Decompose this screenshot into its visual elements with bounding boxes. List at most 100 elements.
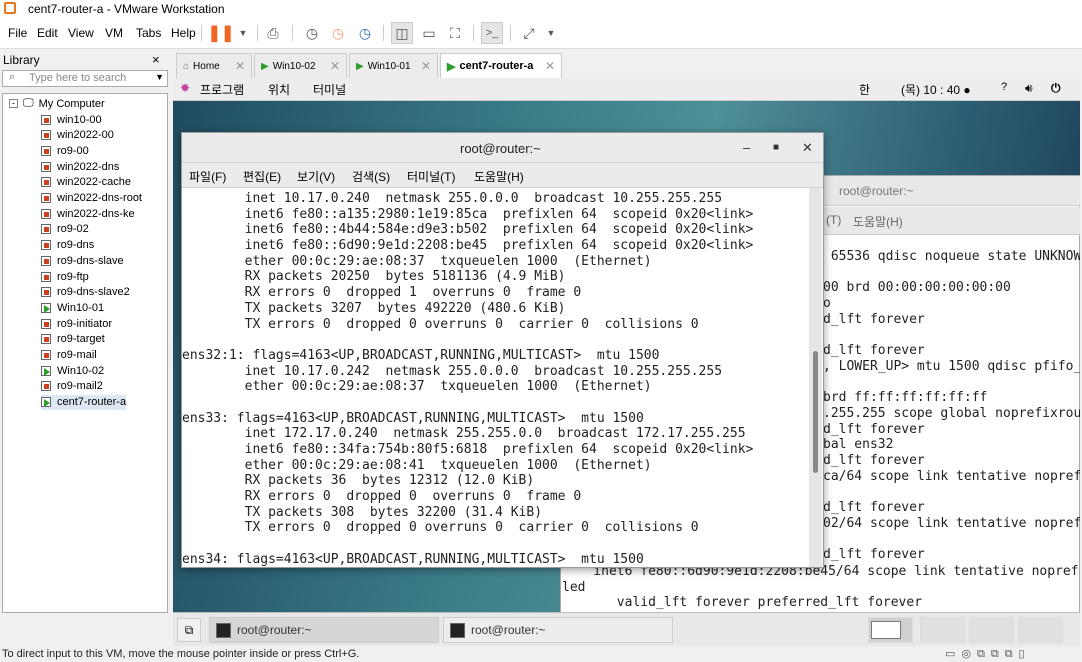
tree-node-vm[interactable]: ro9-mail2 bbox=[41, 379, 103, 394]
terminal-line: 02/64 scope link tentative nopref bbox=[823, 515, 1080, 531]
scrollbar-thumb[interactable] bbox=[813, 351, 818, 473]
terminal-line: ca/64 scope link tentative nopref bbox=[823, 468, 1080, 484]
tree-node-vm[interactable]: win2022-dns-root bbox=[41, 191, 142, 206]
terminal-menu-item[interactable]: 검색(S) bbox=[352, 168, 390, 185]
stretch-icon[interactable]: ⤢ bbox=[518, 22, 540, 44]
places-menu[interactable]: 위치 bbox=[268, 81, 290, 98]
tree-node-vm[interactable]: ro9-initiator bbox=[41, 316, 112, 331]
menu-file[interactable]: File bbox=[8, 26, 27, 40]
tree-node-vm[interactable]: ro9-target bbox=[41, 332, 105, 347]
network-status-icon[interactable]: ? bbox=[1001, 81, 1007, 93]
tree-label: ro9-mail bbox=[57, 349, 97, 361]
terminal-menu-item[interactable]: 터미널(T) bbox=[407, 168, 455, 185]
close-library-button[interactable]: × bbox=[152, 52, 160, 67]
workspace-3[interactable] bbox=[969, 617, 1014, 643]
snapshot-manager-icon[interactable]: ◷ bbox=[354, 22, 376, 44]
console-view-icon[interactable]: >_ bbox=[481, 22, 503, 44]
terminal-menu-item[interactable]: 보기(V) bbox=[297, 168, 335, 185]
tree-node-vm[interactable]: win10-00 bbox=[41, 112, 102, 127]
tree-node-vm[interactable]: Win10-01 bbox=[41, 300, 104, 315]
menu-terminal[interactable]: (T) bbox=[826, 213, 841, 227]
terminal-line: d_lft forever bbox=[823, 500, 925, 515]
terminal-line: inet 10.17.0.242 netmask 255.0.0.0 broad… bbox=[182, 363, 723, 379]
tab-win10-02[interactable]: ▶ Win10-02 ✕ bbox=[254, 53, 347, 78]
vm-console[interactable]: ✸ 프로그램 위치 터미널 한 (목) 10 : 40 ● ? 🔊︎ ⏻ roo… bbox=[173, 78, 1080, 612]
tree-node-vm[interactable]: ro9-dns-slave bbox=[41, 253, 124, 268]
terminal-line: inet 10.17.0.240 netmask 255.0.0.0 broad… bbox=[182, 191, 723, 206]
menu-edit[interactable]: Edit bbox=[37, 26, 58, 40]
tree-node-vm[interactable]: win2022-dns bbox=[41, 159, 119, 174]
dropdown-arrow-icon[interactable]: ▼ bbox=[540, 22, 562, 44]
terminal-menu-item[interactable]: 편집(E) bbox=[243, 168, 281, 185]
taskbar-item[interactable]: root@router:~ bbox=[443, 617, 673, 643]
library-search-input[interactable]: ⌕ Type here to search ▼ bbox=[2, 70, 168, 87]
menu-vm[interactable]: VM bbox=[105, 26, 123, 40]
tree-node-vm[interactable]: ro9-dns bbox=[41, 238, 94, 253]
close-tab-icon[interactable]: ✕ bbox=[421, 59, 431, 73]
tree-node-vm[interactable]: cent7-router-a bbox=[41, 394, 127, 410]
device-icons[interactable]: ▭◎⧉⧉⧉▯ bbox=[945, 647, 1031, 661]
dropdown-arrow-icon[interactable]: ▼ bbox=[155, 72, 164, 82]
tree-node-vm[interactable]: win2022-cache bbox=[41, 175, 131, 190]
tree-node-vm[interactable]: ro9-ftp bbox=[41, 269, 89, 284]
workspace-4[interactable] bbox=[1018, 617, 1063, 643]
taskbar-item[interactable]: root@router:~ bbox=[209, 617, 439, 643]
maximize-button[interactable]: ■ bbox=[773, 142, 779, 153]
front-terminal-title: root@router:~ bbox=[460, 141, 541, 156]
tree-node-vm[interactable]: ro9-00 bbox=[41, 143, 89, 158]
menu-help[interactable]: Help bbox=[171, 26, 196, 40]
clock[interactable]: (목) 10 : 40 ● bbox=[901, 81, 971, 98]
close-button[interactable]: ✕ bbox=[802, 140, 813, 156]
terminal-line: d_lft forever bbox=[823, 421, 925, 437]
snapshot-revert-icon[interactable]: ◷ bbox=[327, 22, 349, 44]
terminal-line: d_lft forever bbox=[823, 547, 925, 563]
workspace-1[interactable] bbox=[868, 617, 913, 643]
close-tab-icon[interactable]: ✕ bbox=[545, 59, 555, 73]
tab-cent7-router-a[interactable]: ▶ cent7-router-a ✕ bbox=[440, 53, 562, 78]
terminal-app-menu[interactable]: 터미널 bbox=[313, 81, 346, 98]
terminal-menu-item[interactable]: 도움말(H) bbox=[474, 168, 524, 185]
tree-label: cent7-router-a bbox=[57, 396, 127, 409]
power-icon[interactable]: ⏻ bbox=[1051, 81, 1061, 96]
terminal-line: ether 00:0c:29:ae:08:37 txqueuelen 1000 … bbox=[182, 379, 652, 395]
close-tab-icon[interactable]: ✕ bbox=[235, 59, 245, 73]
tree-node-vm[interactable]: win2022-dns-ke bbox=[41, 206, 135, 221]
terminal-line: 65536 qdisc noqueue state UNKNOWN bbox=[823, 249, 1080, 264]
tree-node-vm[interactable]: Win10-02 bbox=[41, 363, 104, 378]
tree-node-vm[interactable]: ro9-02 bbox=[41, 222, 89, 237]
tree-node-vm[interactable]: ro9-mail bbox=[41, 348, 97, 363]
snapshot-take-icon[interactable]: ◷ bbox=[301, 22, 323, 44]
tree-node-my-computer[interactable]: - 🖵 My Computer bbox=[9, 96, 105, 111]
thumbnail-view-icon[interactable]: ▭ bbox=[418, 22, 440, 44]
show-desktop-icon[interactable]: ⧉ bbox=[177, 618, 201, 642]
library-view-icon[interactable]: ◫ bbox=[391, 22, 413, 44]
tab-label: Win10-02 bbox=[272, 60, 316, 72]
fullscreen-icon[interactable]: ⛶ bbox=[444, 22, 466, 44]
terminal-line: RX packets 20250 bytes 5181136 (4.9 MiB) bbox=[182, 269, 566, 285]
front-terminal-window[interactable]: root@router:~ ‒ ■ ✕ 파일(F) 편집(E) 보기(V) 검색(S)… bbox=[181, 132, 824, 568]
terminal-menu-item[interactable]: 파일(F) bbox=[189, 168, 226, 185]
pause-icon[interactable]: ❚❚ bbox=[208, 22, 235, 44]
applications-menu[interactable]: 프로그램 bbox=[200, 81, 244, 98]
dropdown-arrow-icon[interactable]: ▼ bbox=[232, 22, 254, 44]
menu-view[interactable]: View bbox=[68, 26, 94, 40]
send-ctrl-alt-del-icon[interactable]: ⎙ bbox=[262, 22, 284, 44]
terminal-line: ether 00:0c:29:ae:08:41 txqueuelen 1000 … bbox=[182, 457, 652, 473]
terminal-line: TX errors 0 dropped 0 overruns 0 carrier… bbox=[182, 316, 699, 332]
terminal-line: ens32:1: flags=4163<UP,BROADCAST,RUNNING… bbox=[182, 347, 660, 363]
scrollbar[interactable] bbox=[809, 188, 822, 567]
menu-tabs[interactable]: Tabs bbox=[136, 26, 161, 40]
volume-icon[interactable]: 🔊︎ bbox=[1025, 81, 1033, 96]
tree-node-vm[interactable]: win2022-00 bbox=[41, 128, 114, 143]
input-method-indicator[interactable]: 한 bbox=[859, 81, 870, 98]
workspace-2[interactable] bbox=[920, 617, 965, 643]
tree-label: ro9-target bbox=[57, 333, 105, 346]
tab-home[interactable]: ⌂ Home ✕ bbox=[176, 53, 252, 78]
tree-node-vm[interactable]: ro9-dns-slave2 bbox=[41, 285, 130, 300]
menu-help[interactable]: 도움말(H) bbox=[853, 213, 903, 230]
tab-win10-01[interactable]: ▶ Win10-01 ✕ bbox=[349, 53, 438, 78]
minimize-button[interactable]: ‒ bbox=[743, 140, 750, 155]
close-tab-icon[interactable]: ✕ bbox=[330, 59, 340, 73]
terminal-line: RX errors 0 dropped 0 overruns 0 frame 0 bbox=[182, 489, 582, 505]
collapse-icon[interactable]: - bbox=[9, 99, 18, 108]
